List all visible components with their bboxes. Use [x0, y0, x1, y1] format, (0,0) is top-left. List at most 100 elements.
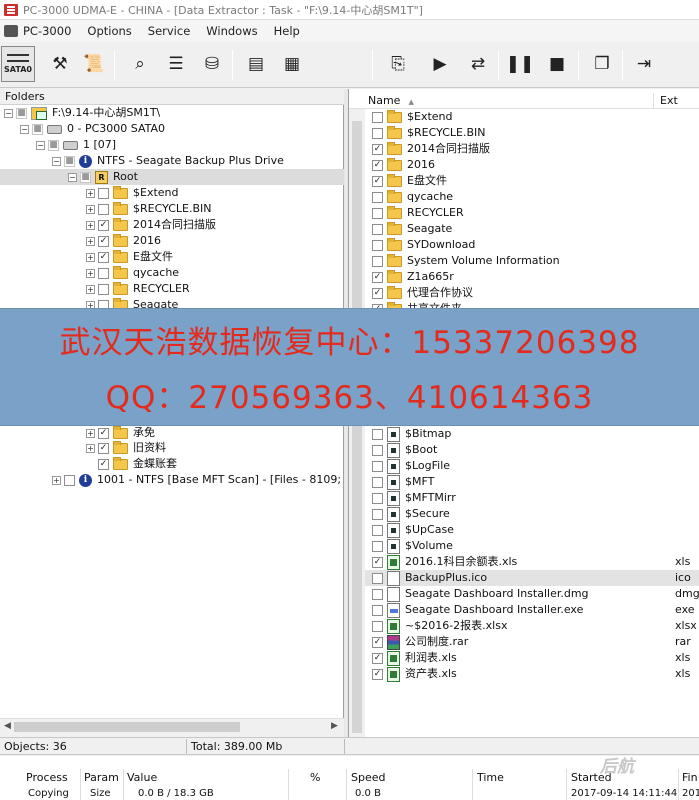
list-item[interactable]: $Secure — [365, 506, 699, 522]
tree-toggle[interactable]: − — [68, 172, 77, 182]
tree-node-folder[interactable]: + ✓ 旧资料 — [0, 440, 344, 456]
tree-checkbox[interactable]: ✓ — [98, 219, 109, 231]
tree-node-folder[interactable]: + ✓ 2016 — [0, 233, 344, 249]
scroll-thumb[interactable] — [14, 722, 240, 732]
list-item[interactable]: ✓ 代理合作协议 — [365, 285, 699, 301]
list-checkbox[interactable] — [372, 620, 383, 632]
scroll-thumb[interactable] — [352, 121, 362, 733]
tree-checkbox[interactable]: ✓ — [98, 458, 109, 470]
tree-node-task[interactable]: − ■ F:\9.14-中心胡SM1T\ — [0, 105, 344, 121]
list-checkbox[interactable] — [372, 191, 383, 203]
list-checkbox[interactable] — [372, 111, 383, 123]
tree-node-folder[interactable]: + $RECYCLE.BIN — [0, 201, 344, 217]
list-item[interactable]: ✓ E盘文件 — [365, 173, 699, 189]
tree-node-folder[interactable]: + ✓ E盘文件 — [0, 249, 344, 265]
tree-node-mft-scan[interactable]: + i 1001 - NTFS [Base MFT Scan] - [Files… — [0, 472, 379, 488]
menu-windows[interactable]: Windows — [198, 24, 265, 38]
tree-node-folder[interactable]: + RECYCLER — [0, 281, 344, 297]
tree-checkbox[interactable]: ✓ — [98, 442, 109, 454]
tree-checkbox[interactable]: ■ — [80, 171, 91, 183]
menu-help[interactable]: Help — [266, 24, 308, 38]
tree-toggle[interactable]: + — [52, 475, 61, 485]
list-item[interactable]: ✓ 2016 — [365, 157, 699, 173]
scroll-left-icon[interactable]: ◀ — [4, 721, 11, 731]
list-item[interactable]: $Extend — [365, 109, 699, 125]
tree-checkbox[interactable] — [98, 187, 109, 199]
list-checkbox[interactable]: ✓ — [372, 668, 383, 680]
list-item[interactable]: ~$2016-2报表.xlsx xlsx — [365, 618, 699, 634]
tree-checkbox[interactable]: ■ — [48, 139, 59, 151]
nodes-button[interactable]: ⇄ — [462, 48, 494, 80]
list-item[interactable]: $LogFile — [365, 458, 699, 474]
script-button[interactable]: 📜 — [78, 48, 110, 80]
menu-pc3000[interactable]: PC-3000 — [23, 24, 79, 38]
list-item[interactable]: Seagate — [365, 221, 699, 237]
tree-toggle[interactable]: − — [36, 140, 45, 150]
disk-scan-button[interactable]: ⛁ — [196, 48, 228, 80]
tree-checkbox[interactable]: ✓ — [98, 427, 109, 439]
tree-scan-button[interactable]: ▦ — [276, 48, 308, 80]
list-item[interactable]: $RECYCLE.BIN — [365, 125, 699, 141]
tools-button[interactable]: ⚒ — [44, 48, 76, 80]
list-checkbox[interactable] — [372, 508, 383, 520]
list-checkbox[interactable]: ✓ — [372, 287, 383, 299]
tree-checkbox[interactable]: ■ — [32, 123, 43, 135]
tree-node-partition-table[interactable]: − ■ 1 [07] — [0, 137, 344, 153]
list-checkbox[interactable] — [372, 588, 383, 600]
tree-toggle[interactable]: + — [86, 428, 95, 438]
list-item[interactable]: Seagate Dashboard Installer.exe exe — [365, 602, 699, 618]
tree-toggle[interactable]: + — [86, 204, 95, 214]
tree-toggle[interactable]: + — [86, 252, 95, 262]
list-checkbox[interactable]: ✓ — [372, 271, 383, 283]
tree-checkbox[interactable] — [98, 283, 109, 295]
list-item[interactable]: $Volume — [365, 538, 699, 554]
pause-button[interactable]: ❚❚ — [504, 48, 536, 80]
list-item[interactable]: System Volume Information — [365, 253, 699, 269]
list-item[interactable]: qycache — [365, 189, 699, 205]
list-item[interactable]: ✓ 2016.1科目余额表.xls xls — [365, 554, 699, 570]
list-checkbox[interactable] — [372, 460, 383, 472]
scroll-right-icon[interactable]: ▶ — [331, 721, 338, 731]
tree-toggle[interactable]: + — [86, 443, 95, 453]
tree-toggle[interactable]: + — [86, 268, 95, 278]
list-item[interactable]: ✓ 资产表.xls xls — [365, 666, 699, 682]
list-item[interactable]: ✓ 利润表.xls xls — [365, 650, 699, 666]
tree-node-folder[interactable]: ✓ 金蝶账套 — [0, 456, 344, 472]
search-button[interactable]: ⌕ — [124, 48, 156, 80]
list-checkbox[interactable] — [372, 524, 383, 536]
tree-node-folder[interactable]: + qycache — [0, 265, 344, 281]
tree-checkbox[interactable]: ■ — [16, 107, 27, 119]
list-checkbox[interactable]: ✓ — [372, 636, 383, 648]
list-checkbox[interactable] — [372, 540, 383, 552]
list-checkbox[interactable]: ✓ — [372, 556, 383, 568]
tree-node-folder[interactable]: + $Extend — [0, 185, 344, 201]
column-name[interactable]: Name ▲ — [349, 93, 654, 108]
list-checkbox[interactable] — [372, 428, 383, 440]
tree-toggle[interactable]: − — [52, 156, 61, 166]
list-checkbox[interactable] — [372, 223, 383, 235]
list-checkbox[interactable] — [372, 255, 383, 267]
list-item[interactable]: $Bitmap — [365, 426, 699, 442]
list-item[interactable]: $MFT — [365, 474, 699, 490]
list-checkbox[interactable] — [372, 207, 383, 219]
list-item[interactable]: ✓ Z1a665r — [365, 269, 699, 285]
list-item[interactable]: $UpCase — [365, 522, 699, 538]
tree-view-button[interactable]: ▤ — [240, 48, 272, 80]
list-checkbox[interactable] — [372, 444, 383, 456]
column-ext[interactable]: Ext — [654, 93, 678, 108]
tree-toggle[interactable]: + — [86, 284, 95, 294]
list-checkbox[interactable]: ✓ — [372, 143, 383, 155]
list-checkbox[interactable]: ✓ — [372, 175, 383, 187]
export-button[interactable]: ⎘ — [382, 48, 414, 80]
tree-checkbox[interactable]: ✓ — [98, 251, 109, 263]
tree-checkbox[interactable]: ✓ — [98, 235, 109, 247]
list-item[interactable]: Seagate Dashboard Installer.dmg dmg — [365, 586, 699, 602]
tree-checkbox[interactable] — [98, 267, 109, 279]
exit-button[interactable]: ⇥ — [628, 48, 660, 80]
tree-node-folder[interactable]: + ✓ 承免 — [0, 425, 344, 441]
list-checkbox[interactable]: ✓ — [372, 652, 383, 664]
menu-service[interactable]: Service — [140, 24, 199, 38]
list-item[interactable]: RECYCLER — [365, 205, 699, 221]
tree-node-root[interactable]: − ■ R Root — [0, 169, 344, 185]
copy-button[interactable]: ❐ — [586, 48, 618, 80]
